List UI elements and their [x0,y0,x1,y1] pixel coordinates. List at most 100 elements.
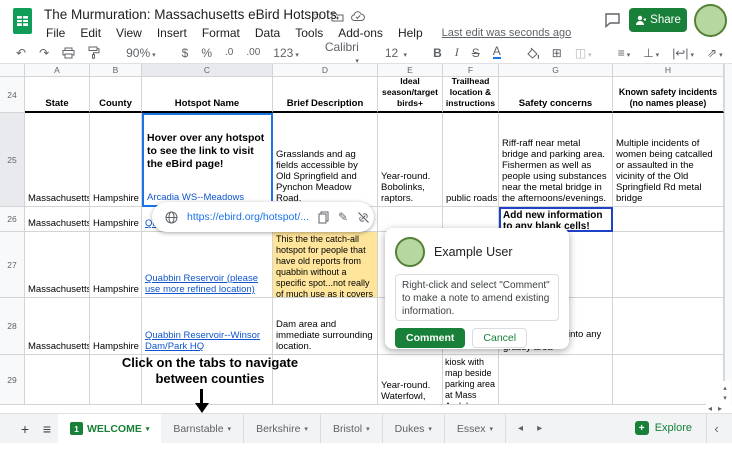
cell-c24[interactable]: Hotspot Name [142,77,273,113]
format-currency-button[interactable]: $ [182,46,189,60]
cell-b24[interactable]: County [90,77,142,113]
cell-h28[interactable] [613,298,724,355]
unlink-icon[interactable] [357,211,370,224]
all-sheets-icon[interactable]: ≡ [36,414,58,443]
cell-b26[interactable]: Hampshire [90,207,142,232]
cloud-saved-icon[interactable] [351,11,365,22]
column-header-f[interactable]: F [443,64,499,77]
scroll-right-icon[interactable]: ▸ [718,404,722,413]
increase-decimal-button[interactable]: .00 [246,47,260,58]
text-color-button[interactable]: A [493,46,501,59]
comment-input[interactable]: Right-click and select "Comment" to make… [395,274,559,321]
cell-a26[interactable]: Massachusetts [25,207,90,232]
cell-f24[interactable]: Trailhead location & instructions [443,77,499,113]
strikethrough-button[interactable]: S [472,46,480,60]
cell-h29[interactable] [613,355,724,405]
vertical-scrollbar[interactable] [724,64,732,405]
tab-scroll-right-icon[interactable]: ▸ [537,423,542,434]
row-header-25[interactable]: 25 [0,113,25,207]
cell-c27[interactable]: Quabbin Reservoir (please use more refin… [142,232,273,298]
row-header-24[interactable]: 24 [0,77,25,113]
cell-d25[interactable]: Grasslands and ag fields accessible by O… [273,113,378,207]
column-header-e[interactable]: E [378,64,443,77]
star-icon[interactable]: ☆ [312,9,323,23]
document-title[interactable]: The Murmuration: Massachusetts eBird Hot… [44,7,337,22]
menu-help[interactable]: Help [398,26,423,40]
column-header-h[interactable]: H [613,64,724,77]
menu-edit[interactable]: Edit [80,26,101,40]
move-to-folder-icon[interactable] [331,11,344,22]
sheets-logo-icon[interactable] [12,7,33,35]
cell-c25[interactable]: Hover over any hotspot to see the link t… [142,113,273,207]
paint-format-icon[interactable] [88,46,100,59]
fill-color-icon[interactable] [527,47,539,59]
column-header-c[interactable]: C [142,64,273,77]
cell-e24[interactable]: Ideal season/target birds+ [378,77,443,113]
font-size-select[interactable]: 12 ▾ [385,46,407,60]
column-header-b[interactable]: B [90,64,142,77]
tab-barnstable[interactable]: Barnstable▾ [161,414,244,443]
cell-a25[interactable]: Massachusetts [25,113,90,207]
cell-e25[interactable]: Year-round. Bobolinks, raptors. [378,113,443,207]
cell-d27-highlighted[interactable]: This the the catch-all hotspot for peopl… [273,232,378,298]
menu-tools[interactable]: Tools [295,26,323,40]
cell-b27[interactable]: Hampshire [90,232,142,298]
text-rotation-icon[interactable]: ⇗▾ [707,46,723,60]
tab-dukes[interactable]: Dukes▾ [383,414,445,443]
print-icon[interactable] [62,47,75,59]
cell-f29[interactable]: kiosk with map beside parking area at Ma… [443,355,499,405]
comment-cancel-button[interactable]: Cancel [472,328,527,348]
vertical-align-icon[interactable]: ⊥▾ [643,46,659,60]
font-family-select[interactable]: Calibri▾ [325,40,359,65]
cell-a24[interactable]: State [25,77,90,113]
edit-link-icon[interactable]: ✎ [338,210,348,224]
horizontal-scroll-buttons[interactable]: ◂▸ [706,404,724,413]
link-url[interactable]: https://ebird.org/hotspot/... [187,211,309,223]
comment-submit-button[interactable]: Comment [395,328,465,348]
select-all-corner[interactable] [0,64,25,77]
row-header-27[interactable]: 27 [0,232,25,298]
column-header-d[interactable]: D [273,64,378,77]
cell-a27[interactable]: Massachusetts [25,232,90,298]
tab-essex[interactable]: Essex▾ [445,414,506,443]
menu-data[interactable]: Data [255,26,280,40]
menu-file[interactable]: File [46,26,65,40]
cell-h24[interactable]: Known safety incidents (no names please) [613,77,724,113]
format-percent-button[interactable]: % [201,46,212,60]
borders-icon[interactable]: ⊞ [552,46,562,60]
cell-h27[interactable] [613,232,724,298]
horizontal-scrollbar[interactable] [0,405,732,413]
cell-g29[interactable] [499,355,613,405]
bold-button[interactable]: B [433,46,442,60]
cell-d28[interactable]: Dam area and immediate surrounding locat… [273,298,378,355]
collapse-panel-icon[interactable]: ‹ [706,413,726,443]
share-button[interactable]: Share [629,8,687,32]
scroll-left-icon[interactable]: ◂ [708,404,712,413]
horizontal-align-icon[interactable]: ≡▾ [618,46,631,60]
text-wrap-icon[interactable]: |↩|▾ [672,46,694,60]
menu-insert[interactable]: Insert [157,26,187,40]
hotspot-link-winsor[interactable]: Quabbin Reservoir--Winsor Dam/Park HQ [145,330,269,352]
menu-addons[interactable]: Add-ons [338,26,383,40]
menu-format[interactable]: Format [202,26,240,40]
tab-welcome[interactable]: 1 WELCOME▾ [58,414,161,443]
cell-b28[interactable]: Hampshire [90,298,142,355]
italic-button[interactable]: I [455,45,459,60]
cell-a29[interactable] [25,355,90,405]
add-sheet-icon[interactable]: + [14,414,36,443]
cell-h26[interactable] [613,207,724,232]
merge-cells-icon[interactable]: ◫▾ [575,46,592,60]
menu-view[interactable]: View [116,26,142,40]
undo-icon[interactable]: ↶ [16,46,26,60]
row-header-26[interactable]: 26 [0,207,25,232]
explore-button[interactable]: + Explore [625,413,702,443]
copy-link-icon[interactable] [318,211,329,224]
redo-icon[interactable]: ↷ [39,46,49,60]
tab-bristol[interactable]: Bristol▾ [321,414,383,443]
row-header-28[interactable]: 28 [0,298,25,355]
cell-d24[interactable]: Brief Description [273,77,378,113]
cell-b25[interactable]: Hampshire [90,113,142,207]
user-avatar[interactable] [694,4,727,37]
cell-a28[interactable]: Massachusetts [25,298,90,355]
cell-e29[interactable]: Year-round. Waterfowl, [378,355,443,405]
